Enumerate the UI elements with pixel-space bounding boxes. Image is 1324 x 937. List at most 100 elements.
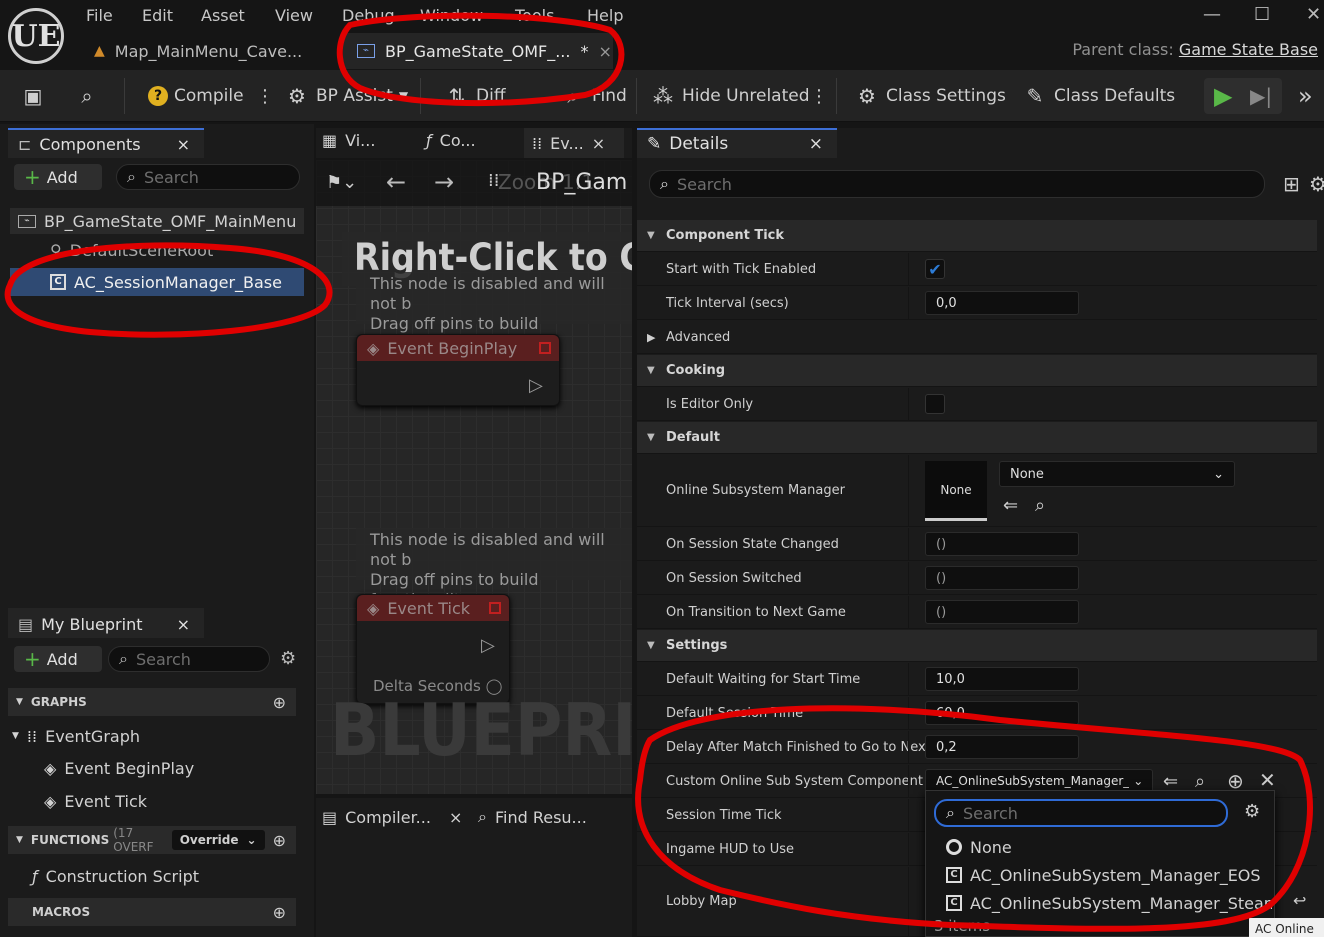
forward-arrow-icon[interactable]: → — [434, 168, 454, 196]
exec-pin-icon[interactable]: ▷ — [529, 375, 543, 396]
event-tick-item[interactable]: ◈ Event Tick — [44, 789, 147, 813]
bookmark-icon[interactable]: ⚑⌄ — [326, 172, 357, 193]
component-root[interactable]: ⌁ BP_GameState_OMF_MainMenu — [10, 208, 304, 234]
online-subsystem-dropdown[interactable]: None ⌄ — [999, 461, 1235, 487]
delegate-pin-icon[interactable] — [489, 602, 501, 614]
close-icon[interactable]: × — [177, 135, 190, 154]
add-graph-icon[interactable]: ⊕ — [273, 693, 286, 712]
tab-details[interactable]: ✎ Details × — [637, 128, 837, 158]
default-waiting-input[interactable]: 10,0 — [925, 667, 1079, 691]
macros-header[interactable]: MACROS ⊕ — [8, 898, 296, 926]
browse-asset-icon[interactable]: ⌕ — [1195, 771, 1205, 792]
close-icon[interactable]: × — [177, 615, 190, 634]
close-icon[interactable]: × — [449, 808, 462, 827]
compile-button[interactable]: ? Compile — [148, 70, 244, 122]
override-dropdown[interactable]: Override ⌄ — [171, 830, 265, 850]
browse-button[interactable]: ⌕ — [74, 70, 100, 122]
event-beginplay-item[interactable]: ◈ Event BeginPlay — [44, 756, 194, 780]
tick-interval-input[interactable]: 0,0 — [925, 291, 1079, 315]
gear-icon[interactable]: ⚙ — [1244, 801, 1260, 822]
browse-asset-icon[interactable]: ⌕ — [1035, 495, 1045, 516]
menu-asset[interactable]: Asset — [201, 6, 245, 26]
delegate-field[interactable]: () — [925, 600, 1079, 624]
hide-unrelated-button[interactable]: ⁂ Hide Unrelated — [650, 70, 810, 122]
is-editor-only-checkbox[interactable] — [925, 394, 945, 414]
close-icon[interactable]: × — [592, 134, 605, 153]
tab-components[interactable]: ⊏ Components × — [8, 128, 204, 158]
menu-window[interactable]: Window — [420, 6, 483, 26]
tab-my-blueprint[interactable]: ▤ My Blueprint × — [8, 608, 204, 638]
add-macro-icon[interactable]: ⊕ — [273, 903, 286, 922]
start-with-tick-checkbox[interactable]: ✔ — [925, 259, 945, 279]
find-button[interactable]: ⌕ Find — [560, 70, 626, 122]
tab-compiler-results[interactable]: ▤ Compiler... × — [322, 804, 462, 830]
construction-script-item[interactable]: ƒ Construction Script — [32, 864, 199, 888]
event-graph-item[interactable]: ▼ ⁞⁞ EventGraph — [12, 724, 140, 748]
tab-map[interactable]: ▲ Map_MainMenu_Cave... — [94, 38, 302, 64]
class-defaults-button[interactable]: ✎ Class Defaults — [1022, 70, 1176, 122]
details-search-input[interactable]: ⌕ Search — [649, 170, 1265, 198]
overflow-icon[interactable]: » — [1298, 70, 1313, 122]
tab-viewport[interactable]: ▦ Vi... — [322, 131, 375, 150]
add-member-button[interactable]: + Add — [14, 646, 102, 672]
menu-help[interactable]: Help — [587, 6, 623, 26]
delay-after-match-input[interactable]: 0,2 — [925, 735, 1079, 759]
node-event-beginplay[interactable]: ◈ Event BeginPlay ▷ — [356, 334, 560, 406]
reset-arrow-icon[interactable]: ↩ — [1293, 891, 1306, 910]
delegate-field[interactable]: () — [925, 532, 1079, 556]
tab-construction-script[interactable]: ƒ Co... — [426, 131, 476, 150]
menu-view[interactable]: View — [275, 6, 313, 26]
table-view-icon[interactable]: ⊞ — [1283, 172, 1300, 196]
tab-find-results[interactable]: ⌕ Find Resu... — [478, 804, 587, 830]
picker-option-none[interactable]: None — [946, 835, 1012, 859]
use-selected-icon[interactable]: ⇐ — [1003, 495, 1018, 516]
parent-class-link[interactable]: Game State Base — [1179, 40, 1318, 59]
picker-option-eos[interactable]: C AC_OnlineSubSystem_Manager_EOS — [946, 863, 1261, 887]
row-advanced[interactable]: ▶ Advanced — [637, 321, 1317, 354]
clear-icon[interactable]: ✕ — [1259, 768, 1276, 792]
components-search-input[interactable]: ⌕ Search — [116, 164, 300, 190]
compile-options-icon[interactable]: ⋮ — [256, 70, 274, 122]
tab-blueprint-active[interactable]: ⌁ BP_GameState_OMF_... * × — [343, 33, 613, 69]
step-icon[interactable]: ▶| — [1250, 70, 1272, 122]
event-graph-canvas[interactable]: ⚑⌄ ← → ⁞⁞ Zoom 1:1 BP_Gam Right-Click to… — [316, 160, 632, 794]
category-settings[interactable]: ▼ Settings — [637, 630, 1317, 662]
menu-tools[interactable]: Tools — [515, 6, 554, 26]
close-icon[interactable]: × — [809, 134, 823, 154]
play-icon[interactable]: ▶ — [1214, 70, 1232, 122]
save-button[interactable]: ▣ — [20, 70, 46, 122]
menu-file[interactable]: File — [86, 6, 113, 26]
close-window-icon[interactable]: ✕ — [1306, 4, 1321, 25]
hide-options-icon[interactable]: ⋮ — [810, 70, 828, 122]
picker-search-input[interactable]: ⌕ Search — [934, 799, 1228, 827]
add-function-icon[interactable]: ⊕ — [273, 831, 286, 850]
menu-edit[interactable]: Edit — [142, 6, 173, 26]
bp-assist-button[interactable]: ⚙ BP Assist ▼ — [284, 70, 408, 122]
menu-debug[interactable]: Debug — [342, 6, 395, 26]
graphs-header[interactable]: ▼ GRAPHS ⊕ — [8, 688, 296, 716]
default-session-time-input[interactable]: 60,0 — [925, 701, 1079, 725]
asset-thumbnail[interactable]: None — [925, 461, 987, 521]
delegate-field[interactable]: () — [925, 566, 1079, 590]
category-default[interactable]: ▼ Default — [637, 422, 1317, 454]
back-arrow-icon[interactable]: ← — [386, 168, 406, 196]
picker-option-steam[interactable]: C AC_OnlineSubSystem_Manager_Steam — [946, 891, 1272, 915]
unreal-logo-icon[interactable]: UE — [8, 8, 64, 64]
my-blueprint-search-input[interactable]: ⌕ Search — [108, 646, 270, 672]
tab-event-graph[interactable]: ⁞⁞ Ev... × — [524, 128, 624, 158]
category-component-tick[interactable]: ▼ Component Tick — [637, 220, 1317, 252]
functions-header[interactable]: ▼ FUNCTIONS (17 OVERF Override ⌄ ⊕ — [8, 826, 296, 854]
exec-pin-icon[interactable]: ▷ — [481, 635, 495, 656]
gear-icon[interactable]: ⚙ — [1309, 172, 1324, 196]
minimize-icon[interactable]: — — [1203, 4, 1221, 25]
gear-icon[interactable]: ⚙ — [280, 648, 296, 669]
diff-button[interactable]: ⇅ Diff — [444, 70, 506, 122]
use-selected-icon[interactable]: ⇐ — [1163, 771, 1178, 792]
graph-breadcrumb[interactable]: BP_Gam — [536, 170, 627, 195]
maximize-icon[interactable]: ☐ — [1254, 4, 1270, 25]
class-settings-button[interactable]: ⚙ Class Settings — [854, 70, 1006, 122]
component-selected[interactable]: C AC_SessionManager_Base — [10, 268, 304, 296]
component-scene-root[interactable]: ⚲ DefaultSceneRoot — [50, 238, 290, 262]
tab-close-icon[interactable]: × — [598, 42, 611, 61]
delegate-pin-icon[interactable] — [539, 342, 551, 354]
